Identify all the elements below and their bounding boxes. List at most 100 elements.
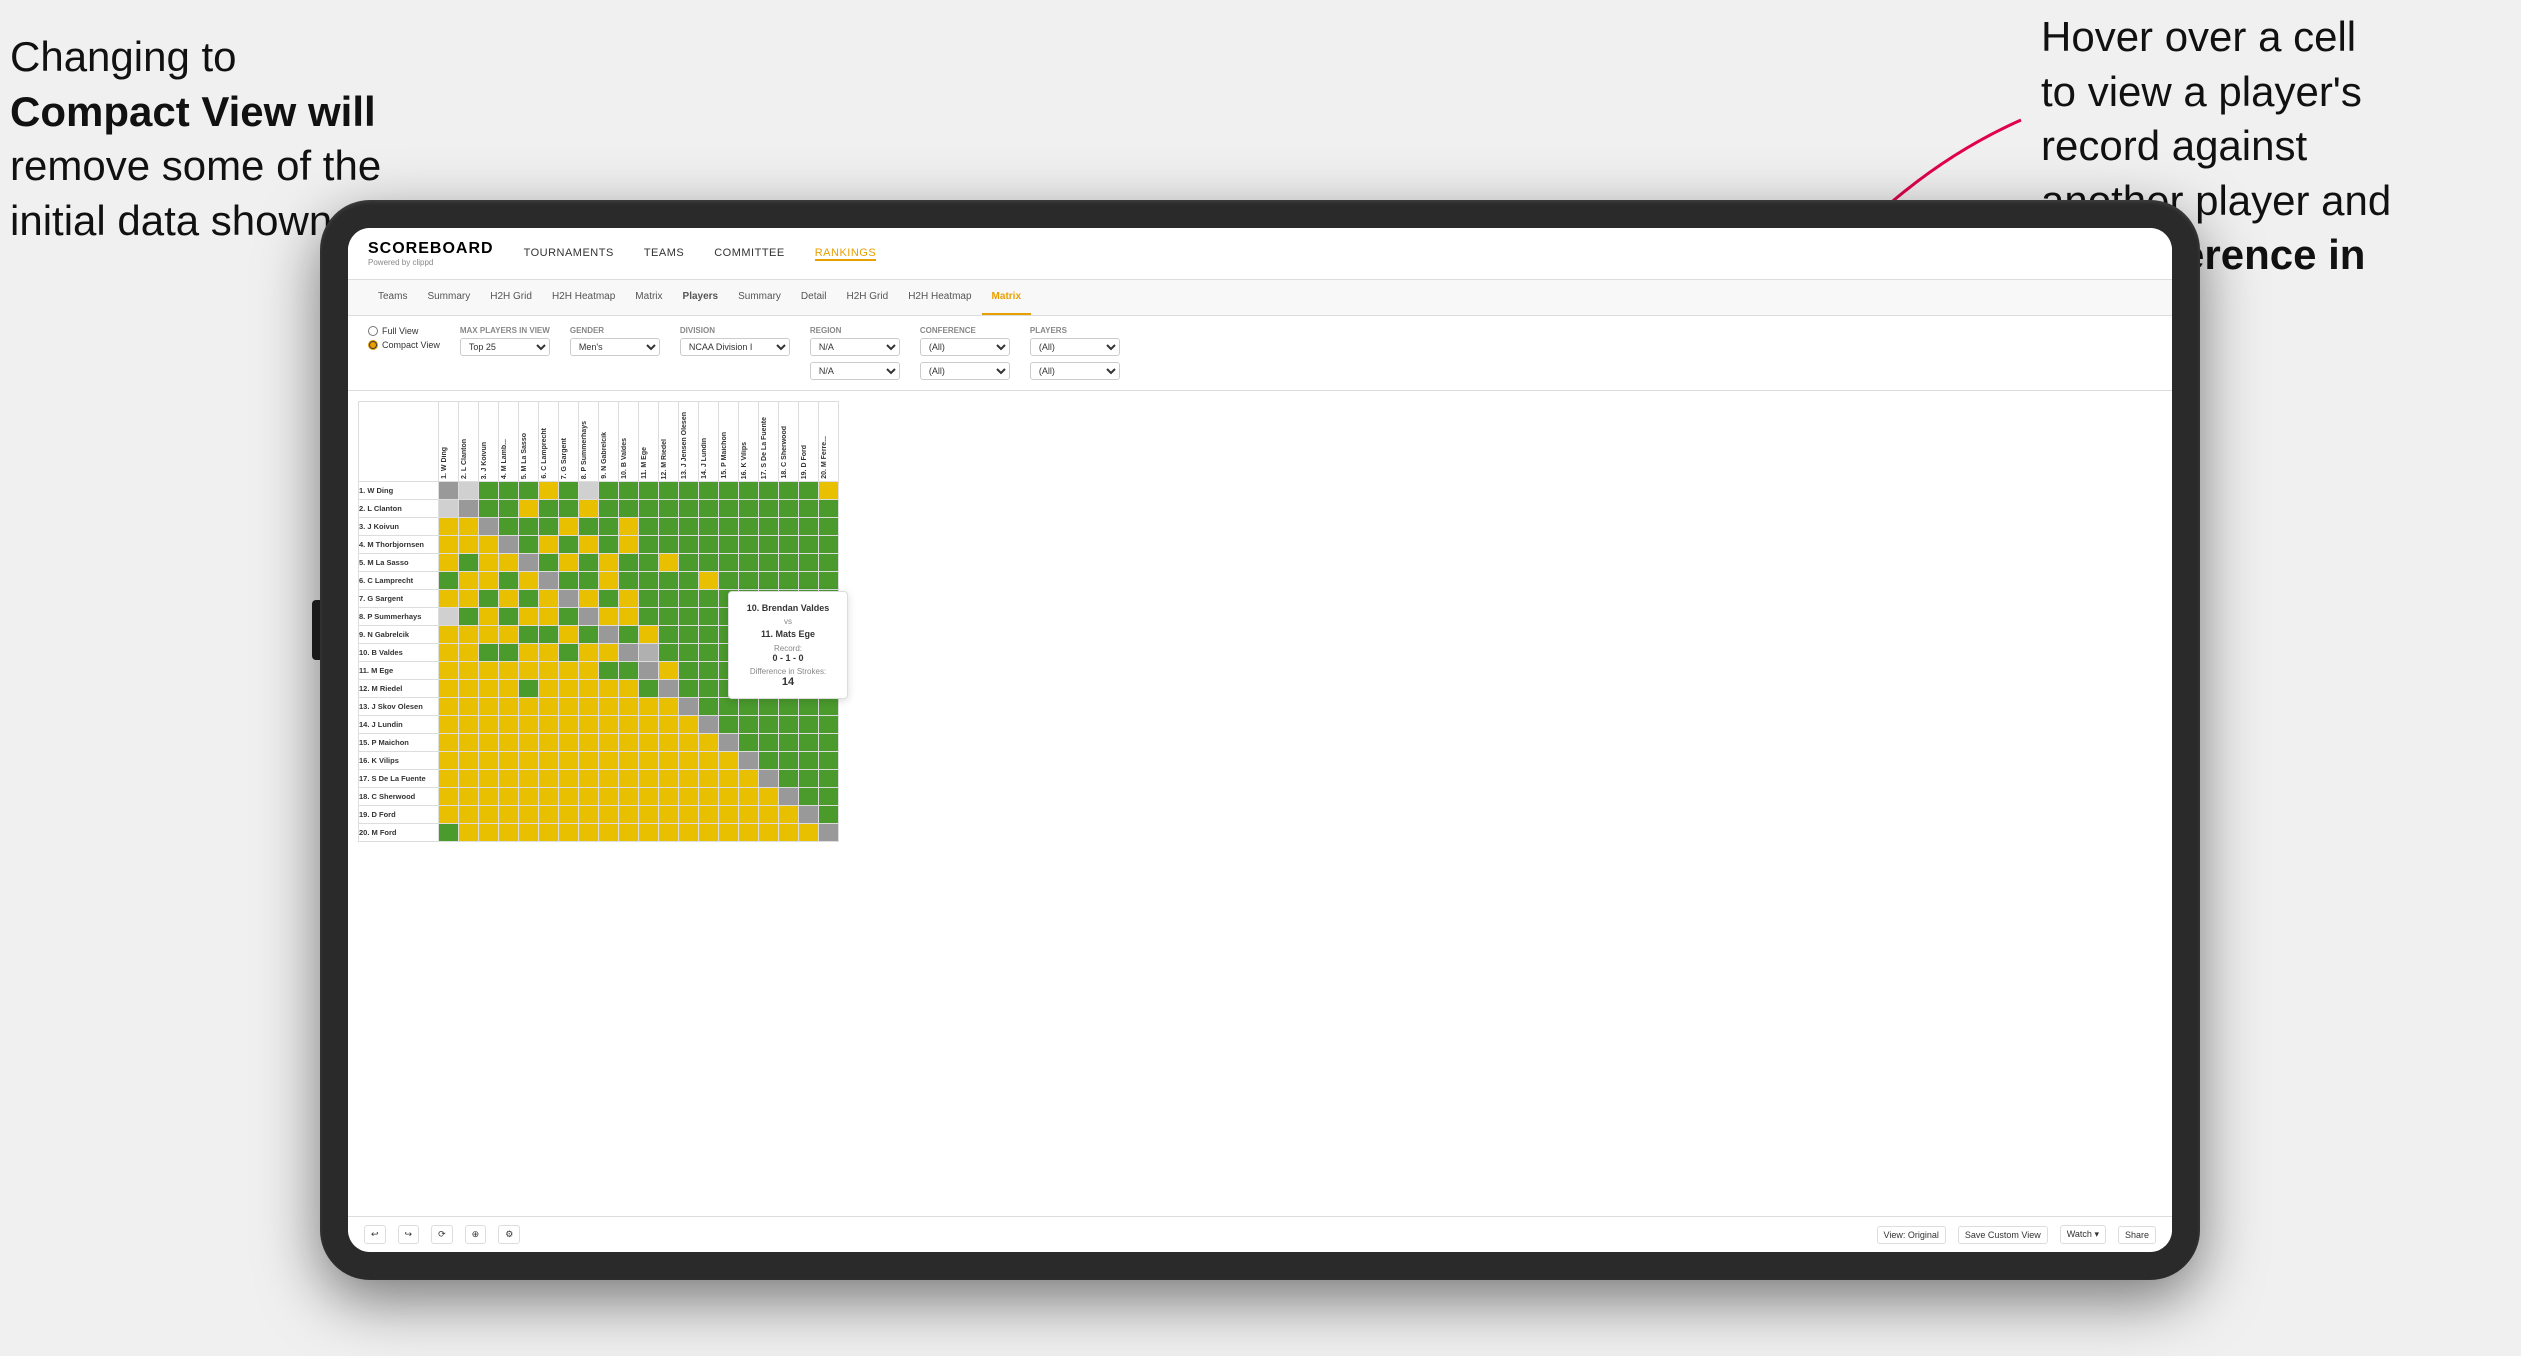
matrix-cell[interactable]: [439, 680, 459, 698]
matrix-cell[interactable]: [479, 554, 499, 572]
matrix-cell[interactable]: [539, 734, 559, 752]
matrix-cell[interactable]: [679, 590, 699, 608]
matrix-cell[interactable]: [559, 752, 579, 770]
players-select2[interactable]: (All): [1030, 362, 1120, 380]
matrix-cell[interactable]: [559, 698, 579, 716]
matrix-cell[interactable]: [459, 752, 479, 770]
matrix-cell[interactable]: [579, 806, 599, 824]
matrix-cell[interactable]: [819, 824, 839, 842]
matrix-cell[interactable]: [539, 626, 559, 644]
matrix-cell[interactable]: [819, 554, 839, 572]
matrix-cell[interactable]: [639, 770, 659, 788]
matrix-cell[interactable]: [619, 554, 639, 572]
matrix-cell[interactable]: [559, 770, 579, 788]
matrix-cell[interactable]: [779, 482, 799, 500]
matrix-cell[interactable]: [719, 806, 739, 824]
nav-committee[interactable]: COMMITTEE: [714, 247, 785, 261]
matrix-cell[interactable]: [439, 806, 459, 824]
matrix-cell[interactable]: [679, 806, 699, 824]
matrix-cell[interactable]: [579, 644, 599, 662]
matrix-cell[interactable]: [619, 716, 639, 734]
subnav-h2h-grid2[interactable]: H2H Grid: [837, 280, 899, 315]
matrix-cell[interactable]: [739, 572, 759, 590]
matrix-cell[interactable]: [479, 536, 499, 554]
matrix-cell[interactable]: [739, 734, 759, 752]
matrix-cell[interactable]: [619, 572, 639, 590]
matrix-cell[interactable]: [679, 770, 699, 788]
matrix-cell[interactable]: [819, 500, 839, 518]
matrix-cell[interactable]: [759, 482, 779, 500]
matrix-cell[interactable]: [659, 626, 679, 644]
matrix-cell[interactable]: [699, 626, 719, 644]
matrix-cell[interactable]: [439, 698, 459, 716]
matrix-cell[interactable]: [519, 752, 539, 770]
matrix-cell[interactable]: [699, 572, 719, 590]
matrix-cell[interactable]: [759, 698, 779, 716]
matrix-cell[interactable]: [439, 734, 459, 752]
matrix-cell[interactable]: [539, 788, 559, 806]
matrix-cell[interactable]: [559, 824, 579, 842]
matrix-cell[interactable]: [799, 482, 819, 500]
matrix-cell[interactable]: [499, 716, 519, 734]
matrix-cell[interactable]: [639, 590, 659, 608]
matrix-cell[interactable]: [779, 716, 799, 734]
matrix-cell[interactable]: [719, 770, 739, 788]
matrix-cell[interactable]: [479, 518, 499, 536]
matrix-cell[interactable]: [559, 572, 579, 590]
matrix-cell[interactable]: [739, 770, 759, 788]
matrix-cell[interactable]: [639, 806, 659, 824]
matrix-cell[interactable]: [439, 626, 459, 644]
matrix-cell[interactable]: [459, 716, 479, 734]
matrix-cell[interactable]: [659, 824, 679, 842]
matrix-cell[interactable]: [519, 716, 539, 734]
matrix-cell[interactable]: [459, 608, 479, 626]
matrix-cell[interactable]: [659, 608, 679, 626]
matrix-cell[interactable]: [679, 662, 699, 680]
matrix-cell[interactable]: [579, 698, 599, 716]
matrix-cell[interactable]: [479, 590, 499, 608]
matrix-cell[interactable]: [559, 554, 579, 572]
matrix-cell[interactable]: [459, 734, 479, 752]
matrix-cell[interactable]: [779, 572, 799, 590]
matrix-cell[interactable]: [739, 824, 759, 842]
matrix-cell[interactable]: [739, 554, 759, 572]
matrix-cell[interactable]: [539, 482, 559, 500]
matrix-container[interactable]: 1. W Ding 2. L Clanton 3. J Koivun 4. M …: [348, 391, 2172, 1216]
matrix-cell[interactable]: [519, 824, 539, 842]
matrix-cell[interactable]: [599, 554, 619, 572]
matrix-cell[interactable]: [519, 626, 539, 644]
matrix-cell[interactable]: [799, 824, 819, 842]
matrix-cell[interactable]: [699, 590, 719, 608]
matrix-cell[interactable]: [779, 770, 799, 788]
matrix-cell[interactable]: [799, 698, 819, 716]
matrix-cell[interactable]: [699, 554, 719, 572]
matrix-cell[interactable]: [439, 644, 459, 662]
matrix-cell[interactable]: [679, 788, 699, 806]
matrix-cell[interactable]: [559, 500, 579, 518]
matrix-cell[interactable]: [619, 518, 639, 536]
full-view-radio[interactable]: Full View: [368, 326, 440, 336]
matrix-cell[interactable]: [519, 662, 539, 680]
matrix-cell[interactable]: [499, 644, 519, 662]
matrix-cell[interactable]: [539, 662, 559, 680]
matrix-cell[interactable]: [659, 482, 679, 500]
matrix-cell[interactable]: [639, 536, 659, 554]
view-original-button[interactable]: View: Original: [1877, 1226, 1946, 1244]
matrix-cell[interactable]: [599, 680, 619, 698]
matrix-cell[interactable]: [499, 752, 519, 770]
subnav-matrix[interactable]: Matrix: [625, 280, 672, 315]
matrix-cell[interactable]: [539, 572, 559, 590]
matrix-cell[interactable]: [559, 590, 579, 608]
matrix-cell[interactable]: [739, 518, 759, 536]
matrix-cell[interactable]: [539, 806, 559, 824]
matrix-cell[interactable]: [459, 500, 479, 518]
matrix-cell[interactable]: [519, 572, 539, 590]
matrix-cell[interactable]: [579, 608, 599, 626]
matrix-cell[interactable]: [659, 716, 679, 734]
nav-tournaments[interactable]: TOURNAMENTS: [524, 247, 614, 261]
matrix-cell[interactable]: [519, 734, 539, 752]
refresh-button[interactable]: ⟳: [431, 1225, 453, 1244]
matrix-cell[interactable]: [459, 482, 479, 500]
share-button[interactable]: Share: [2118, 1226, 2156, 1244]
matrix-cell[interactable]: [599, 482, 619, 500]
